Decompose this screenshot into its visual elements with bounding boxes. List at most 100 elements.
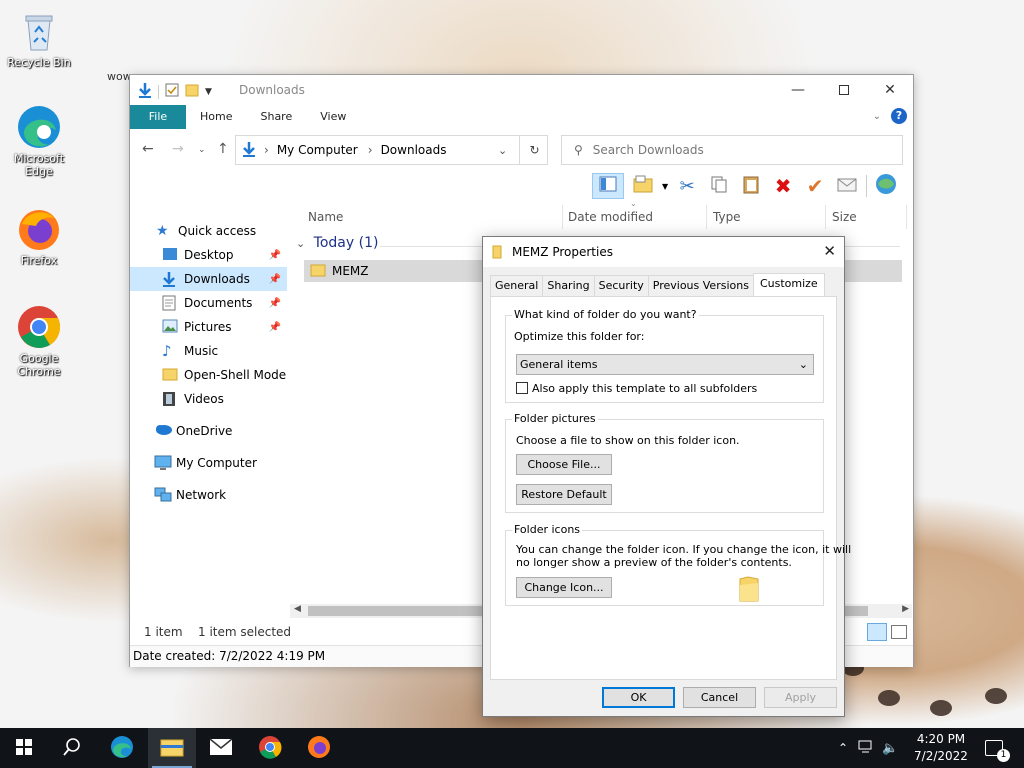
navigation-pane-button[interactable] bbox=[592, 173, 624, 199]
maximize-button[interactable] bbox=[821, 75, 867, 105]
group-label: Today (1) bbox=[313, 235, 379, 251]
address-dropdown-icon[interactable]: ⌄ bbox=[498, 144, 507, 157]
scroll-right-icon[interactable]: ▶ bbox=[902, 604, 909, 614]
nav-quick-access[interactable]: ★ Quick access bbox=[130, 219, 287, 243]
nav-documents[interactable]: Documents 📌 bbox=[130, 291, 287, 315]
breadcrumb-root[interactable]: My Computer bbox=[277, 143, 358, 157]
tab-security[interactable]: Security bbox=[593, 275, 649, 296]
pin-icon[interactable]: 📌 bbox=[269, 274, 281, 285]
tab-view[interactable]: View bbox=[306, 105, 360, 129]
cancel-button[interactable]: Cancel bbox=[683, 687, 756, 708]
ok-button[interactable]: OK bbox=[602, 687, 675, 708]
help-icon[interactable]: ? bbox=[891, 108, 907, 124]
column-header-name[interactable]: Name bbox=[308, 205, 343, 229]
tab-file[interactable]: File bbox=[130, 105, 186, 129]
chevron-up-icon[interactable]: ⌃ bbox=[838, 741, 848, 755]
email-button[interactable] bbox=[834, 173, 860, 199]
paste-button[interactable] bbox=[738, 173, 764, 199]
nav-my-computer[interactable]: My Computer bbox=[130, 451, 287, 475]
desktop-icon-label: Recycle Bin bbox=[7, 56, 71, 69]
column-divider[interactable] bbox=[562, 205, 563, 229]
desktop-icon-chrome[interactable]: Google Chrome bbox=[4, 304, 74, 378]
chevron-down-icon[interactable]: ▼ bbox=[662, 182, 668, 191]
pin-icon[interactable]: 📌 bbox=[269, 250, 281, 261]
taskbar-clock[interactable]: 4:20 PM 7/2/2022 bbox=[906, 731, 976, 765]
tab-home[interactable]: Home bbox=[186, 105, 246, 129]
search-input[interactable]: ⚲ Search Downloads bbox=[561, 135, 903, 165]
close-button[interactable]: ✕ bbox=[867, 75, 913, 105]
explorer-titlebar[interactable]: ▼ Downloads — ✕ bbox=[130, 75, 913, 105]
large-icons-view-button[interactable] bbox=[891, 625, 907, 639]
group-header[interactable]: ⌄ Today (1) bbox=[296, 235, 378, 251]
start-button[interactable] bbox=[0, 728, 48, 768]
view-options-button[interactable] bbox=[630, 173, 656, 199]
desktop-icon-firefox[interactable]: Firefox bbox=[4, 206, 74, 267]
recent-locations-button[interactable]: ⌄ bbox=[198, 145, 206, 155]
nav-open-shell-modern[interactable]: Open-Shell Modern bbox=[130, 363, 287, 387]
desktop-icon-edge[interactable]: Microsoft Edge bbox=[4, 104, 74, 178]
back-button[interactable]: ← bbox=[142, 141, 154, 157]
nav-desktop[interactable]: Desktop 📌 bbox=[130, 243, 287, 267]
column-header-type[interactable]: Type bbox=[713, 205, 741, 229]
action-center-button[interactable]: 1 bbox=[974, 728, 1014, 768]
details-view-button[interactable] bbox=[867, 623, 887, 641]
tab-share[interactable]: Share bbox=[246, 105, 306, 129]
classic-toolbar: ▼ ✂ ✖ ✔ bbox=[592, 171, 899, 201]
volume-icon[interactable]: 🔈 bbox=[882, 741, 898, 756]
forward-button[interactable]: → bbox=[172, 141, 184, 157]
optimize-select[interactable]: General items ⌄ bbox=[516, 354, 814, 375]
dialog-titlebar[interactable]: MEMZ Properties ✕ bbox=[483, 237, 844, 267]
properties-button[interactable]: ✔ bbox=[802, 173, 828, 199]
address-row: ← → ⌄ ↑ › My Computer › Downloads ⌄ ↻ ⚲ … bbox=[130, 133, 913, 167]
minimize-button[interactable]: — bbox=[775, 75, 821, 105]
tab-customize[interactable]: Customize bbox=[752, 273, 825, 296]
pin-icon[interactable]: 📌 bbox=[269, 298, 281, 309]
tab-general[interactable]: General bbox=[490, 275, 544, 296]
taskbar-search-button[interactable] bbox=[48, 728, 96, 768]
nav-videos[interactable]: Videos bbox=[130, 387, 287, 411]
breadcrumb-current[interactable]: Downloads bbox=[381, 143, 447, 157]
choose-file-button[interactable]: Choose File... bbox=[516, 454, 612, 475]
cut-button[interactable]: ✂ bbox=[674, 173, 700, 199]
apply-subfolders-checkbox[interactable] bbox=[516, 382, 528, 394]
new-folder-qat-icon[interactable] bbox=[185, 83, 199, 100]
scroll-left-icon[interactable]: ◀ bbox=[294, 604, 301, 614]
column-divider[interactable] bbox=[825, 205, 826, 229]
optimize-label: Optimize this folder for: bbox=[514, 330, 645, 343]
taskbar-mail[interactable] bbox=[197, 728, 245, 768]
tab-previous-versions[interactable]: Previous Versions bbox=[647, 275, 754, 296]
pin-icon[interactable]: 📌 bbox=[269, 322, 281, 333]
dialog-close-button[interactable]: ✕ bbox=[823, 242, 836, 260]
taskbar-firefox[interactable] bbox=[295, 728, 343, 768]
nav-music[interactable]: ♪ Music bbox=[130, 339, 287, 363]
open-shell-button[interactable] bbox=[873, 173, 899, 199]
apply-button[interactable]: Apply bbox=[764, 687, 837, 708]
nav-onedrive[interactable]: OneDrive bbox=[130, 419, 287, 443]
address-bar[interactable]: › My Computer › Downloads ⌄ bbox=[235, 135, 548, 165]
nav-network[interactable]: Network bbox=[130, 483, 287, 507]
refresh-button[interactable]: ↻ bbox=[519, 135, 549, 165]
chrome-icon bbox=[16, 304, 62, 350]
folder-icons-text-line2: no longer show a preview of the folder's… bbox=[516, 556, 792, 569]
delete-button[interactable]: ✖ bbox=[770, 173, 796, 199]
network-icon[interactable] bbox=[858, 740, 874, 757]
taskbar-edge[interactable] bbox=[98, 728, 146, 768]
column-divider[interactable] bbox=[706, 205, 707, 229]
column-divider[interactable] bbox=[906, 205, 907, 229]
expand-ribbon-icon[interactable]: ⌄ bbox=[873, 111, 881, 122]
change-icon-button[interactable]: Change Icon... bbox=[516, 577, 612, 598]
nav-pictures[interactable]: Pictures 📌 bbox=[130, 315, 287, 339]
taskbar-chrome[interactable] bbox=[246, 728, 294, 768]
copy-button[interactable] bbox=[706, 173, 732, 199]
optimize-value: General items bbox=[520, 358, 598, 371]
chevron-down-icon[interactable]: ▼ bbox=[205, 87, 212, 97]
column-header-date-modified[interactable]: Date modified bbox=[568, 205, 653, 229]
column-header-size[interactable]: Size bbox=[832, 205, 857, 229]
taskbar-file-explorer[interactable] bbox=[148, 728, 196, 768]
tab-sharing[interactable]: Sharing bbox=[542, 275, 595, 296]
nav-downloads[interactable]: Downloads 📌 bbox=[130, 267, 287, 291]
restore-default-button[interactable]: Restore Default bbox=[516, 484, 612, 505]
desktop-icon-recycle-bin[interactable]: Recycle Bin bbox=[4, 8, 74, 69]
properties-qat-icon[interactable] bbox=[165, 83, 179, 100]
up-button[interactable]: ↑ bbox=[217, 141, 229, 157]
